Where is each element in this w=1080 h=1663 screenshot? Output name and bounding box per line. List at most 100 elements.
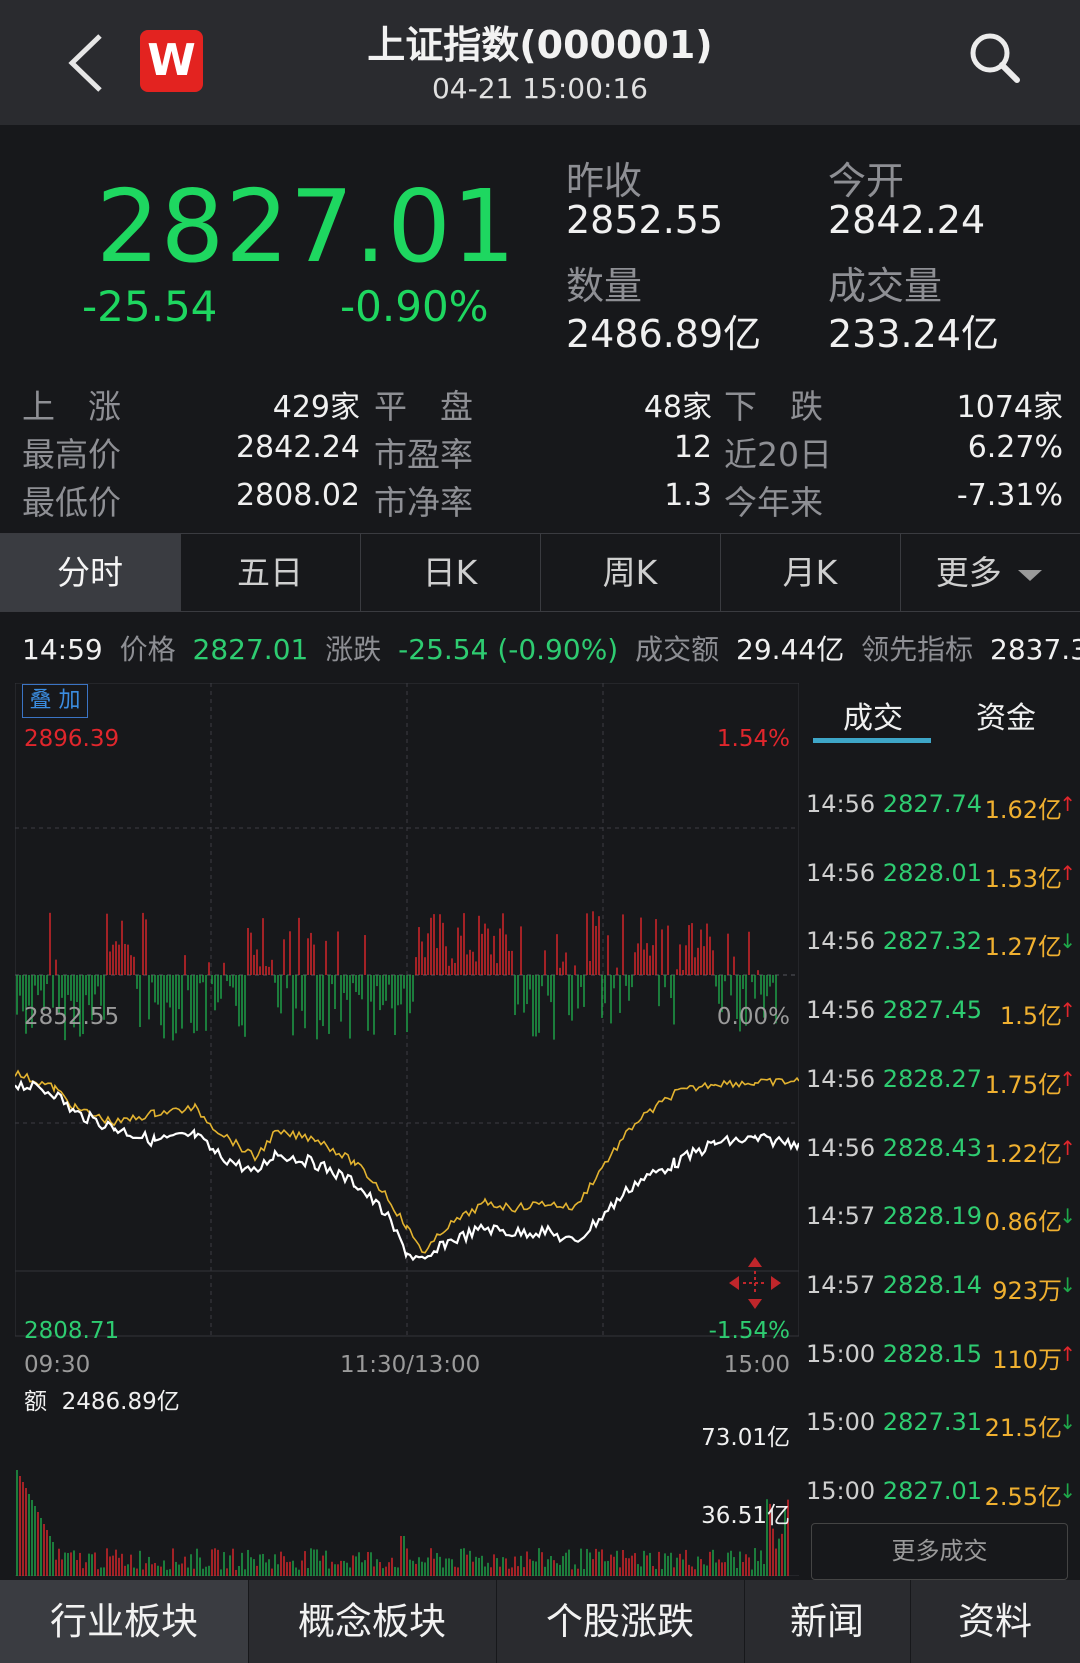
- time-start: 09:30: [24, 1352, 91, 1378]
- ticker-lead: 2837.39: [990, 633, 1080, 666]
- volume-value: 233.24亿: [828, 312, 999, 356]
- trade-price: 2828.19: [875, 1202, 983, 1231]
- prev-close-label: 昨收: [566, 159, 643, 203]
- amount-value: 2486.89亿: [566, 312, 762, 356]
- trade-time: 15:00: [806, 1477, 876, 1505]
- arrow-down-icon: ↓: [1059, 929, 1076, 954]
- trade-price: 2828.43: [875, 1133, 983, 1162]
- update-timestamp: 04-21 15:00:16: [431, 72, 648, 105]
- decliners-value: 1074家: [956, 390, 1063, 425]
- volume-max: 73.01亿: [701, 1425, 790, 1451]
- volume-label: 成交量: [828, 264, 943, 308]
- tab-trades[interactable]: 成交: [843, 693, 903, 737]
- nav-concept[interactable]: 概念板块: [248, 1580, 497, 1663]
- 20d-label: 近20日: [724, 435, 832, 474]
- trade-time: 14:57: [806, 1202, 876, 1231]
- search-icon[interactable]: [965, 28, 1025, 88]
- trade-price: 2827.31: [875, 1408, 983, 1437]
- trade-row: 14:57 2828.19 0.86亿 ↓: [806, 1202, 1076, 1236]
- trade-price: 2828.27: [875, 1064, 983, 1093]
- volume-total: 额 2486.89亿: [24, 1382, 180, 1416]
- ticker-price: 2827.01: [192, 633, 309, 666]
- pb-value: 1.3: [664, 478, 712, 513]
- trade-volume: 21.5亿: [984, 1414, 1062, 1443]
- tab-more-label: 更多: [935, 553, 1002, 592]
- overlay-button[interactable]: 叠 加: [22, 684, 88, 718]
- trade-price: 2828.15: [875, 1339, 983, 1368]
- trade-row: 14:56 2828.27 1.75亿 ↑: [806, 1064, 1076, 1099]
- trade-volume: 1.75亿: [984, 1070, 1062, 1099]
- pe-value: 12: [673, 430, 712, 465]
- ticker-change-label: 涨跌: [325, 633, 382, 666]
- nav-news[interactable]: 新闻: [744, 1580, 911, 1663]
- nav-stock-movers[interactable]: 个股涨跌: [496, 1580, 745, 1663]
- pe-label: 市盈率: [374, 435, 473, 474]
- trade-time: 14:56: [806, 996, 876, 1025]
- chart-mid-price: 2852.55: [24, 1004, 120, 1030]
- tab-monthly-k[interactable]: 月K: [720, 534, 901, 611]
- tab-capital[interactable]: 资金: [976, 693, 1036, 737]
- volume-mid: 36.51亿: [701, 1503, 790, 1529]
- arrow-up-icon: ↑: [1059, 998, 1076, 1023]
- trade-row: 15:00 2828.15 110万 ↑: [806, 1339, 1076, 1374]
- advancers-value: 429家: [272, 390, 360, 425]
- trade-row: 14:56 2827.74 1.62亿 ↑: [806, 790, 1076, 824]
- trade-time: 14:56: [806, 927, 876, 956]
- 20d-value: 6.27%: [967, 430, 1063, 465]
- time-end: 15:00: [723, 1352, 790, 1378]
- trade-volume: 1.53亿: [984, 864, 1062, 893]
- caret-down-icon: [1018, 569, 1043, 581]
- trade-row: 15:00 2827.31 21.5亿 ↓: [806, 1408, 1076, 1442]
- trade-time: 14:56: [806, 790, 876, 818]
- page-title: 上证指数(000001): [367, 23, 713, 67]
- unchanged-value: 48家: [643, 390, 712, 425]
- nav-profile[interactable]: 资料: [910, 1580, 1080, 1663]
- arrow-down-icon: ↓: [1059, 1204, 1076, 1229]
- more-trades-button[interactable]: 更多成交: [811, 1523, 1068, 1580]
- arrow-down-icon: ↓: [1059, 1410, 1076, 1435]
- crosshair-move-icon: [729, 1257, 781, 1309]
- tab-weekly-k[interactable]: 周K: [540, 534, 721, 611]
- tab-daily-k[interactable]: 日K: [360, 534, 541, 611]
- active-tab-underline: [813, 738, 931, 743]
- trade-price: 2827.32: [875, 927, 983, 956]
- current-price: 2827.01: [96, 168, 517, 285]
- arrow-down-icon: ↓: [1059, 1272, 1076, 1297]
- trade-row: 14:56 2828.01 1.53亿 ↑: [806, 859, 1076, 893]
- nav-industry[interactable]: 行业板块: [0, 1580, 249, 1663]
- chart-bottom-pct: -1.54%: [708, 1318, 790, 1344]
- trade-volume: 110万: [992, 1345, 1062, 1374]
- trade-time: 15:00: [806, 1339, 876, 1368]
- volume-total-value: 2486.89亿: [61, 1389, 180, 1415]
- period-tabs: 分时 五日 日K 周K 月K 更多: [0, 533, 1080, 612]
- trade-price: 2828.14: [875, 1270, 983, 1299]
- time-mid: 11:30/13:00: [340, 1352, 481, 1378]
- trade-row: 14:56 2828.43 1.22亿 ↑: [806, 1133, 1076, 1168]
- trade-time: 14:56: [806, 1133, 876, 1162]
- ytd-value: -7.31%: [956, 478, 1063, 513]
- trade-price: 2827.01: [875, 1477, 983, 1505]
- ticker-change: -25.54 (-0.90%): [398, 633, 619, 666]
- trade-volume: 2.55亿: [984, 1483, 1062, 1511]
- trade-volume: 923万: [992, 1276, 1062, 1305]
- arrow-up-icon: ↑: [1059, 1341, 1076, 1366]
- trade-time: 14:56: [806, 1064, 876, 1093]
- arrow-up-icon: ↑: [1059, 1135, 1076, 1160]
- lead-indicator-line: [15, 1069, 799, 1254]
- tab-intraday[interactable]: 分时: [0, 534, 181, 611]
- cursor-info-line: 14:59 价格 2827.01 涨跌 -25.54 (-0.90%) 成交额 …: [22, 628, 1080, 668]
- chart-top-price: 2896.39: [24, 726, 120, 752]
- prev-close-value: 2852.55: [566, 198, 724, 242]
- price-change: -25.54: [82, 282, 218, 331]
- ticker-time: 14:59: [22, 633, 103, 666]
- ytd-label: 今年来: [724, 483, 823, 522]
- high-value: 2842.24: [235, 430, 360, 465]
- amount-label: 数量: [566, 264, 643, 308]
- tab-more[interactable]: 更多: [900, 534, 1080, 611]
- trade-panel-tabs: 成交 资金: [810, 685, 1070, 745]
- bottom-nav: 行业板块 概念板块 个股涨跌 新闻 资料: [0, 1580, 1080, 1663]
- tab-five-day[interactable]: 五日: [180, 534, 361, 611]
- trade-row: 14:56 2827.45 1.5亿 ↑: [806, 996, 1076, 1030]
- price-change-pct: -0.90%: [340, 282, 489, 331]
- trade-volume: 1.5亿: [999, 1002, 1062, 1031]
